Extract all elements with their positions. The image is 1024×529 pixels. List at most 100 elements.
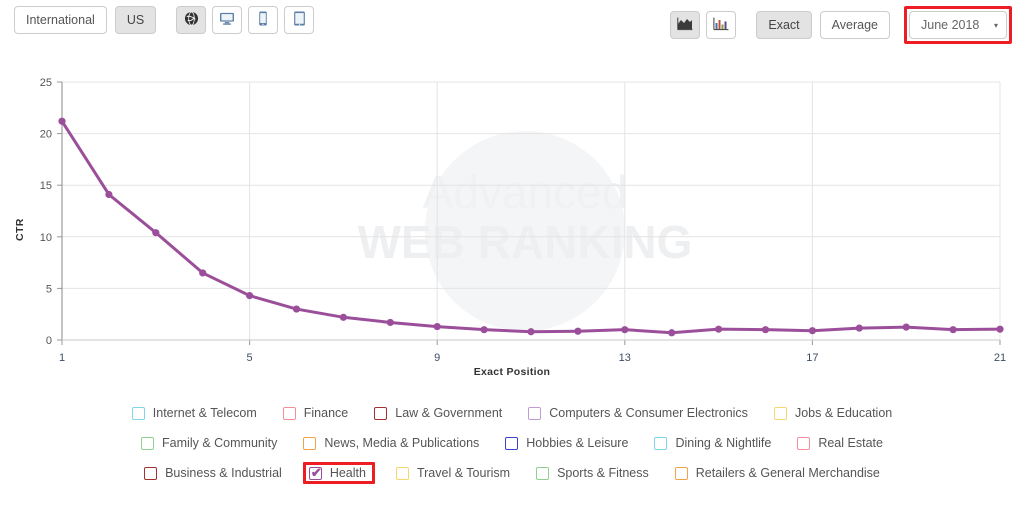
y-tick-label: 25 bbox=[40, 77, 52, 89]
legend-row: Business & Industrial ✔ Health Travel & Tou… bbox=[0, 458, 1024, 488]
legend-item-label: Computers & Consumer Electronics bbox=[549, 406, 748, 420]
toolbar-left-group: International US bbox=[14, 6, 315, 34]
checkbox-icon[interactable] bbox=[131, 406, 145, 420]
data-point[interactable] bbox=[808, 327, 817, 335]
device-all-button[interactable] bbox=[176, 6, 207, 34]
checkbox-icon[interactable] bbox=[528, 406, 542, 420]
legend-item-label: Internet & Telecom bbox=[152, 406, 257, 420]
legend-item-label: Law & Government bbox=[395, 406, 503, 420]
legend-item-label: Family & Community bbox=[162, 436, 278, 450]
checkbox-icon[interactable] bbox=[536, 466, 550, 480]
data-point[interactable] bbox=[996, 325, 1004, 333]
watermark: AdvancedWEB RANKING bbox=[358, 131, 693, 331]
device-desktop-button[interactable] bbox=[212, 6, 243, 34]
legend-item[interactable]: Internet & Telecom bbox=[131, 406, 257, 420]
checkbox-icon[interactable] bbox=[797, 436, 811, 450]
bar-chart-icon bbox=[713, 17, 729, 34]
device-mobile-button[interactable] bbox=[248, 6, 279, 34]
legend-item[interactable]: Retailers & General Merchandise bbox=[674, 466, 880, 480]
legend-item-label: Hobbies & Leisure bbox=[526, 436, 629, 450]
category-legend: Internet & Telecom Finance Law & Governmen… bbox=[0, 398, 1024, 488]
legend-item[interactable]: News, Media & Publications bbox=[303, 436, 479, 450]
legend-item[interactable]: Finance bbox=[282, 406, 349, 420]
tablet-icon bbox=[293, 11, 306, 29]
legend-item[interactable]: Travel & Tourism bbox=[395, 466, 511, 480]
legend-item[interactable]: Business & Industrial bbox=[144, 466, 282, 480]
legend-item[interactable]: Dining & Nightlife bbox=[654, 436, 771, 450]
data-point[interactable] bbox=[105, 190, 113, 199]
data-point[interactable] bbox=[949, 326, 957, 334]
chevron-down-icon: ▾ bbox=[993, 20, 998, 30]
data-point[interactable] bbox=[574, 327, 582, 335]
data-point[interactable] bbox=[152, 229, 160, 237]
checkbox-icon[interactable] bbox=[505, 436, 519, 450]
legend-item-label: Jobs & Education bbox=[794, 406, 893, 420]
mobile-icon bbox=[258, 11, 268, 29]
data-point[interactable] bbox=[668, 329, 676, 337]
y-tick-label: 15 bbox=[40, 180, 52, 192]
date-dropdown[interactable]: June 2018 ▾ bbox=[909, 11, 1007, 39]
checkbox-icon[interactable] bbox=[282, 406, 296, 420]
y-tick-label: 5 bbox=[46, 283, 52, 295]
y-tick-label: 10 bbox=[40, 232, 52, 244]
data-point[interactable] bbox=[386, 318, 394, 327]
svg-text:Advanced: Advanced bbox=[423, 166, 628, 218]
checkbox-icon[interactable] bbox=[303, 436, 317, 450]
check-icon: ✔ bbox=[310, 464, 322, 480]
chart-type-bar-button[interactable] bbox=[706, 11, 737, 39]
exact-button[interactable]: Exact bbox=[756, 11, 812, 39]
legend-item[interactable]: Jobs & Education bbox=[773, 406, 893, 420]
data-point[interactable] bbox=[480, 326, 488, 334]
globe-icon bbox=[184, 11, 199, 29]
checkbox-icon[interactable] bbox=[141, 436, 155, 450]
data-point[interactable] bbox=[58, 117, 66, 125]
legend-item[interactable]: ✔ Health bbox=[302, 462, 375, 484]
international-button[interactable]: International bbox=[14, 6, 107, 34]
data-point[interactable] bbox=[855, 324, 863, 332]
legend-item[interactable]: Computers & Consumer Electronics bbox=[528, 406, 748, 420]
checkbox-icon[interactable] bbox=[144, 466, 158, 480]
x-tick-label: 9 bbox=[434, 352, 440, 364]
legend-item-label: Finance bbox=[303, 406, 349, 420]
checkbox-icon[interactable] bbox=[674, 466, 688, 480]
device-tablet-button[interactable] bbox=[284, 6, 315, 34]
date-dropdown-value: June 2018 bbox=[921, 18, 980, 32]
data-point[interactable] bbox=[199, 269, 207, 277]
checkbox-checked-icon[interactable]: ✔ bbox=[308, 464, 322, 480]
chart-plot-svg: AdvancedWEB RANKING05101520251 5 9 13 17 21 bbox=[40, 77, 1006, 364]
checkbox-icon[interactable] bbox=[374, 406, 388, 420]
data-point[interactable] bbox=[527, 328, 535, 336]
chart-type-area-button[interactable] bbox=[670, 11, 701, 39]
data-point[interactable] bbox=[433, 322, 441, 331]
x-tick-label: 5 bbox=[247, 352, 253, 364]
toolbar-right-group: Exact Average June 2018 ▾ bbox=[670, 6, 1012, 44]
legend-item[interactable]: Real Estate bbox=[797, 436, 883, 450]
svg-text:WEB RANKING: WEB RANKING bbox=[358, 216, 693, 268]
checkbox-icon[interactable] bbox=[654, 436, 668, 450]
x-tick-label: 17 bbox=[806, 352, 818, 364]
legend-item-label: Retailers & General Merchandise bbox=[695, 466, 880, 480]
y-tick-label: 20 bbox=[40, 129, 52, 141]
legend-item[interactable]: Hobbies & Leisure bbox=[505, 436, 628, 450]
x-tick-label: 13 bbox=[619, 352, 631, 364]
awr-ctr-chart-page: International US Exact Average June 2018… bbox=[0, 0, 1024, 529]
legend-row: Family & Community News, Media & Publicat… bbox=[0, 428, 1024, 458]
legend-item[interactable]: Law & Government bbox=[374, 406, 502, 420]
data-point[interactable] bbox=[246, 292, 254, 300]
average-button[interactable]: Average bbox=[819, 11, 890, 39]
legend-item-label: Business & Industrial bbox=[165, 466, 282, 480]
checkbox-icon[interactable] bbox=[773, 406, 787, 420]
us-button[interactable]: US bbox=[114, 6, 157, 34]
data-point[interactable] bbox=[621, 326, 629, 334]
checkbox-icon[interactable] bbox=[395, 466, 409, 480]
data-point[interactable] bbox=[292, 305, 301, 313]
data-point[interactable] bbox=[715, 325, 723, 333]
data-point[interactable] bbox=[761, 326, 770, 334]
data-point[interactable] bbox=[339, 313, 347, 321]
legend-item[interactable]: Family & Community bbox=[141, 436, 277, 450]
legend-item-label: Health bbox=[329, 466, 366, 480]
legend-item-label: Travel & Tourism bbox=[416, 466, 511, 480]
x-tick-label: 1 bbox=[59, 352, 65, 364]
legend-item[interactable]: Sports & Fitness bbox=[536, 466, 649, 480]
data-point[interactable] bbox=[902, 323, 910, 331]
